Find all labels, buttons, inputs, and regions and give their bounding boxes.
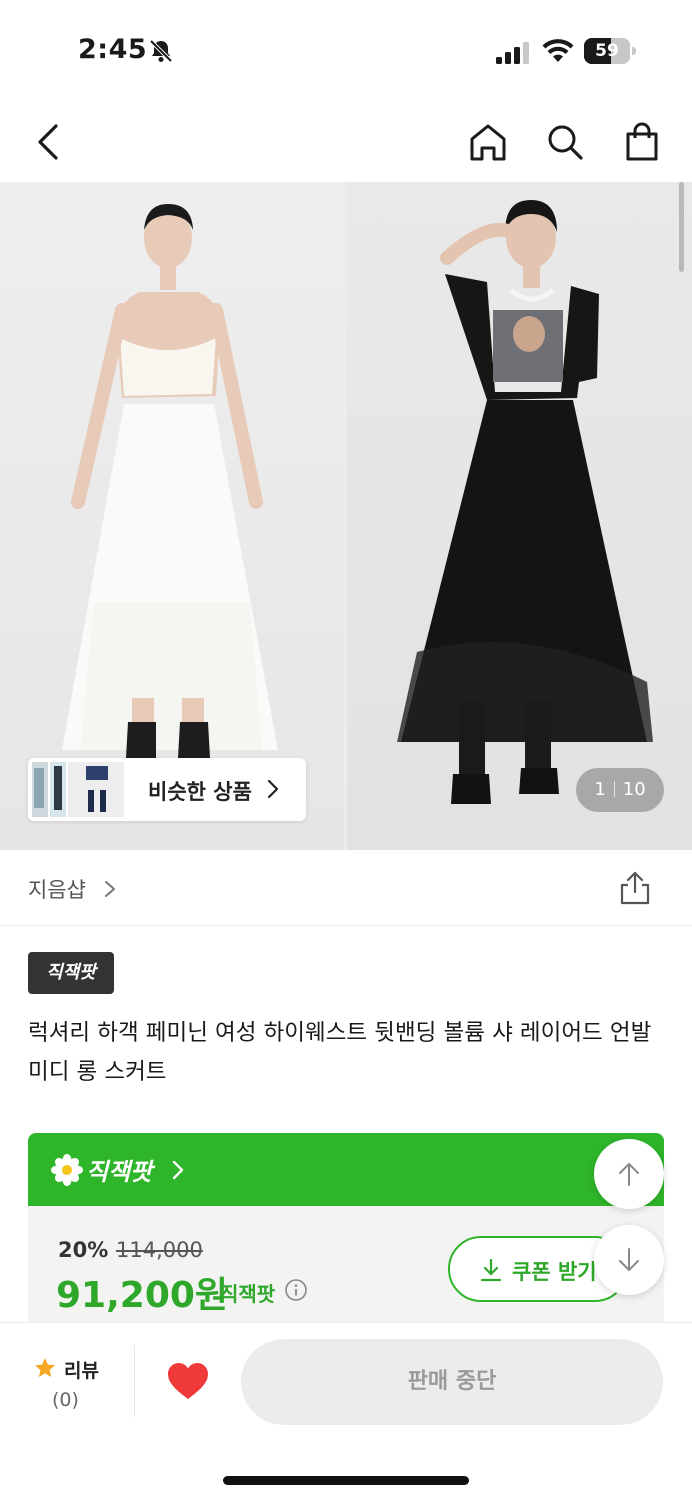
sale-price: 91,200원 [56, 1275, 229, 1316]
battery-level: 59 [595, 41, 619, 61]
total-pages: 10 [622, 779, 646, 800]
share-icon[interactable] [618, 870, 652, 906]
star-icon [35, 1358, 55, 1377]
jackpot-badge: 직잭팟 [28, 952, 114, 994]
similar-products-label: 비슷한 상품 [148, 780, 252, 804]
product-photo-black-outfit[interactable] [347, 182, 692, 850]
product-photo-white-outfit[interactable] [0, 182, 344, 850]
sale-price-label: 직잭팟 [220, 1282, 276, 1306]
scroll-up-button[interactable] [594, 1139, 664, 1209]
scroll-down-button[interactable] [594, 1225, 664, 1295]
product-title: 럭셔리 하객 페미닌 여성 하이웨스트 뒷밴딩 볼륨 샤 레이어드 언발 미디 … [28, 1020, 652, 1085]
similar-products-thumbnails [32, 762, 124, 817]
info-icon[interactable] [284, 1278, 308, 1302]
product-image-gallery[interactable]: 비슷한 상품 1 10 [0, 182, 692, 850]
bell-off-icon [149, 39, 173, 63]
store-name-link[interactable]: 지음샵 [28, 874, 86, 904]
review-label[interactable]: 리뷰 [64, 1356, 99, 1383]
arrow-up-icon [619, 1163, 639, 1186]
chevron-right-icon [172, 1160, 184, 1180]
sales-suspended-button[interactable]: 판매 중단 [241, 1339, 663, 1425]
jackpot-card-header[interactable]: 직잭팟 [28, 1133, 664, 1206]
shopping-bag-icon[interactable] [622, 122, 662, 162]
jackpot-price-card: 직잭팟 20% 114,000 91,200원 직잭팟 쿠폰 받기 [28, 1133, 664, 1333]
store-row: 지음샵 [0, 850, 692, 926]
back-arrow-icon[interactable] [28, 122, 68, 162]
chevron-right-icon[interactable] [104, 880, 116, 898]
similar-products-button[interactable]: 비슷한 상품 [28, 758, 306, 821]
discount-rate: 20% [58, 1238, 109, 1262]
jackpot-card-title: 직잭팟 [86, 1158, 153, 1186]
wifi-icon [542, 39, 574, 62]
battery-icon: 59 [584, 38, 636, 64]
coupon-label: 쿠폰 받기 [512, 1260, 597, 1284]
navigation-bar [0, 100, 692, 182]
heart-icon[interactable] [166, 1361, 210, 1401]
original-price: 114,000 [116, 1238, 203, 1262]
image-page-indicator: 1 10 [576, 768, 664, 812]
divider [134, 1345, 135, 1417]
arrow-down-icon [619, 1248, 639, 1271]
search-icon[interactable] [545, 122, 585, 162]
current-page: 1 [594, 779, 606, 800]
gallery-scrollbar[interactable] [679, 182, 684, 272]
status-bar: 2:45 59 [0, 0, 692, 100]
status-time: 2:45 [78, 34, 148, 65]
home-indicator [223, 1476, 469, 1485]
cellular-signal-icon [496, 42, 529, 64]
review-count[interactable]: (0) [52, 1389, 79, 1411]
chevron-right-icon [267, 779, 279, 799]
home-icon[interactable] [468, 122, 508, 162]
flower-logo-icon [51, 1154, 83, 1186]
jackpot-card-body: 20% 114,000 91,200원 직잭팟 쿠폰 받기 [28, 1206, 664, 1333]
bottom-action-bar: 리뷰 (0) 판매 중단 [0, 1323, 692, 1500]
download-icon [480, 1258, 502, 1282]
